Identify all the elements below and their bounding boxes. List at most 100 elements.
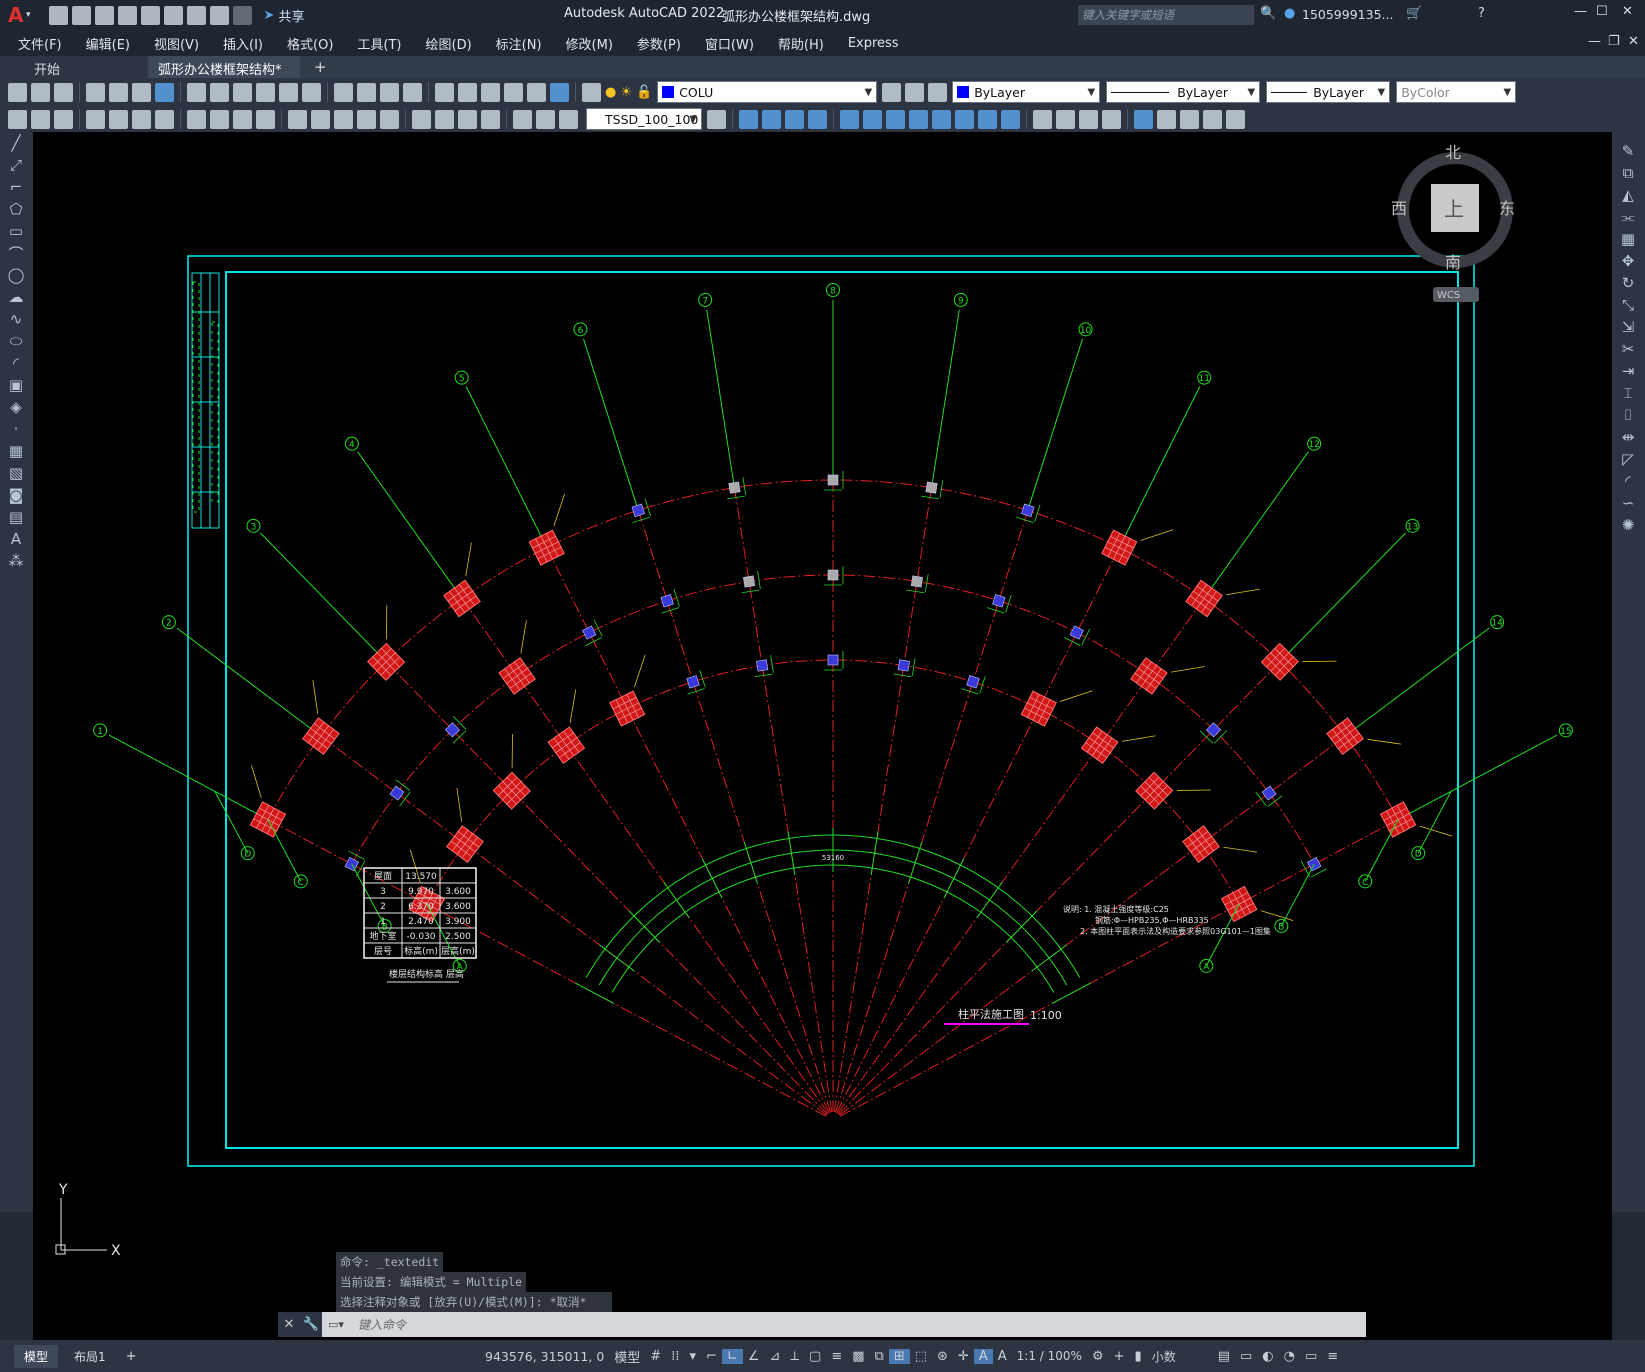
modify-tool-icon[interactable] [1033, 109, 1052, 129]
aligned-dim-icon[interactable] [109, 109, 128, 129]
trim-icon[interactable]: ✂ [1617, 338, 1639, 360]
save-web-icon[interactable] [163, 5, 183, 25]
blend-icon[interactable]: ∽ [1617, 492, 1639, 514]
menu-file[interactable]: 文件(F) [6, 34, 74, 53]
plotstyle-dropdown[interactable]: ByColor ▼ [1396, 81, 1517, 103]
web-icon[interactable] [155, 82, 174, 102]
preview-icon[interactable] [109, 82, 128, 102]
annotation-monitor-icon[interactable]: + [1109, 1349, 1130, 1364]
lock-ui-icon[interactable]: ▭ [1235, 1349, 1257, 1364]
menu-parametric[interactable]: 参数(P) [625, 34, 693, 53]
arc-icon[interactable]: ⌒ [5, 242, 27, 264]
customization-icon[interactable]: ≡ [1322, 1349, 1343, 1364]
search-icon[interactable]: 🔍 [1260, 6, 1276, 21]
viewcube-north[interactable]: 北 [1445, 143, 1461, 162]
undo-icon[interactable] [209, 5, 229, 25]
line-icon[interactable]: ╱ [5, 132, 27, 154]
infer-constraints-icon[interactable]: ⌐ [701, 1349, 722, 1364]
copy-icon[interactable] [210, 82, 229, 102]
tool-icon[interactable] [31, 109, 50, 129]
new-tab-icon[interactable]: + [314, 58, 327, 76]
coordinates[interactable]: 943576, 315011, 0 [480, 1349, 609, 1364]
modify-tool-icon[interactable] [886, 109, 905, 129]
gizmo-icon[interactable]: ✛ [953, 1349, 974, 1364]
grid-icon[interactable]: # [645, 1349, 666, 1364]
linetype-dropdown[interactable]: ByLayer ▼ [1106, 81, 1261, 103]
arc-length-icon[interactable] [132, 109, 151, 129]
viewcube-west[interactable]: 西 [1391, 199, 1407, 218]
drawing-viewport[interactable]: 53160 1 2 3 4 5 6 7 8 9 10 11 12 13 14 15 A B C D A B C D 屋面 13… [33, 132, 1612, 1340]
publish-icon[interactable] [132, 82, 151, 102]
print-icon[interactable] [86, 82, 105, 102]
model-space-toggle[interactable]: 模型 [609, 1347, 645, 1366]
lineweight-icon[interactable]: ≡ [826, 1349, 847, 1364]
doc-minimize-icon[interactable]: — [1588, 34, 1601, 49]
move-icon[interactable]: ✥ [1617, 250, 1639, 272]
menu-format[interactable]: 格式(O) [275, 34, 345, 53]
viewcube-top[interactable]: 上 [1444, 197, 1464, 221]
open-file-icon[interactable] [31, 82, 50, 102]
menu-window[interactable]: 窗口(W) [693, 34, 766, 53]
viewcube-east[interactable]: 东 [1499, 199, 1515, 218]
modify-tool-icon[interactable] [762, 109, 781, 129]
selection-cycling-icon[interactable]: ⧉ [870, 1349, 889, 1364]
tool-icon[interactable] [54, 109, 73, 129]
jogged-linear-icon[interactable] [481, 109, 500, 129]
layer-sun-icon[interactable]: ☀ [620, 85, 632, 100]
annotation-visibility-icon[interactable]: A [973, 1348, 993, 1364]
calculator-icon[interactable] [527, 82, 546, 102]
redo-icon[interactable] [232, 5, 252, 25]
3d-osnap-icon[interactable]: ⊞ [888, 1348, 910, 1364]
mirror-icon[interactable]: ◭ [1617, 184, 1639, 206]
tolerance-icon[interactable] [412, 109, 431, 129]
center-mark-icon[interactable] [435, 109, 454, 129]
new-icon[interactable] [48, 5, 68, 25]
tab-model[interactable]: 模型 [14, 1344, 59, 1368]
modify-tool-icon[interactable] [1203, 109, 1222, 129]
tab-start[interactable]: 开始 [0, 56, 148, 78]
jogged-dim-icon[interactable] [210, 109, 229, 129]
zoom-realtime-icon[interactable] [357, 82, 376, 102]
menu-tools[interactable]: 工具(T) [345, 34, 413, 53]
tool-icon[interactable] [8, 109, 27, 129]
modify-tool-icon[interactable] [1056, 109, 1075, 129]
units-icon[interactable]: ▮ [1130, 1349, 1147, 1364]
color-dropdown[interactable]: ByLayer ▼ [952, 81, 1101, 103]
drawing-canvas[interactable]: 53160 123456789101112131415ABCDABCD 屋面 13… [33, 132, 1612, 1340]
auto-scale-icon[interactable]: A [993, 1349, 1012, 1364]
cut-icon[interactable] [187, 82, 206, 102]
chamfer-icon[interactable]: ◸ [1617, 448, 1639, 470]
dim-break-icon[interactable] [380, 109, 399, 129]
dropdown-icon[interactable]: ▾ [684, 1349, 701, 1364]
spline-icon[interactable]: ∿ [5, 308, 27, 330]
hatch-icon[interactable]: ▦ [5, 440, 27, 462]
menu-draw[interactable]: 绘图(D) [414, 34, 484, 53]
app-menu-chevron-icon[interactable]: ▾ [26, 10, 31, 20]
viewcube-south[interactable]: 南 [1445, 253, 1461, 272]
menu-express[interactable]: Express [836, 36, 911, 51]
stretch-icon[interactable]: ⇲ [1617, 316, 1639, 338]
sheet-set-icon[interactable] [504, 82, 523, 102]
tab-drawing[interactable]: 弧形办公楼框架结构* ✕ [148, 56, 300, 93]
ordinate-dim-icon[interactable] [155, 109, 174, 129]
open-icon[interactable] [71, 5, 91, 25]
add-selected-icon[interactable]: ⁂ [5, 550, 27, 572]
radius-dim-icon[interactable] [187, 109, 206, 129]
qnew-icon[interactable] [8, 82, 27, 102]
save-icon[interactable] [94, 5, 114, 25]
plot-icon[interactable] [186, 5, 206, 25]
quick-dim-icon[interactable] [288, 109, 307, 129]
minimize-icon[interactable]: — [1574, 4, 1587, 19]
zoom-previous-icon[interactable] [403, 82, 422, 102]
tool-palettes-icon[interactable] [481, 82, 500, 102]
command-customize-icon[interactable]: 🔧 [300, 1312, 322, 1337]
polygon-icon[interactable]: ⬠ [5, 198, 27, 220]
dimstyle-dropdown[interactable]: TSSD_100_100 ▼ [586, 108, 702, 130]
copy-object-icon[interactable]: ⧉ [1617, 162, 1639, 184]
menu-insert[interactable]: 插入(I) [211, 34, 275, 53]
linear-dim-icon[interactable] [86, 109, 105, 129]
doc-close-icon[interactable]: ✕ [1628, 34, 1639, 49]
layer-dropdown[interactable]: COLU ▼ [657, 81, 878, 103]
doc-restore-icon[interactable]: ❐ [1608, 34, 1620, 49]
scale-icon[interactable]: ⤡ [1617, 294, 1639, 316]
